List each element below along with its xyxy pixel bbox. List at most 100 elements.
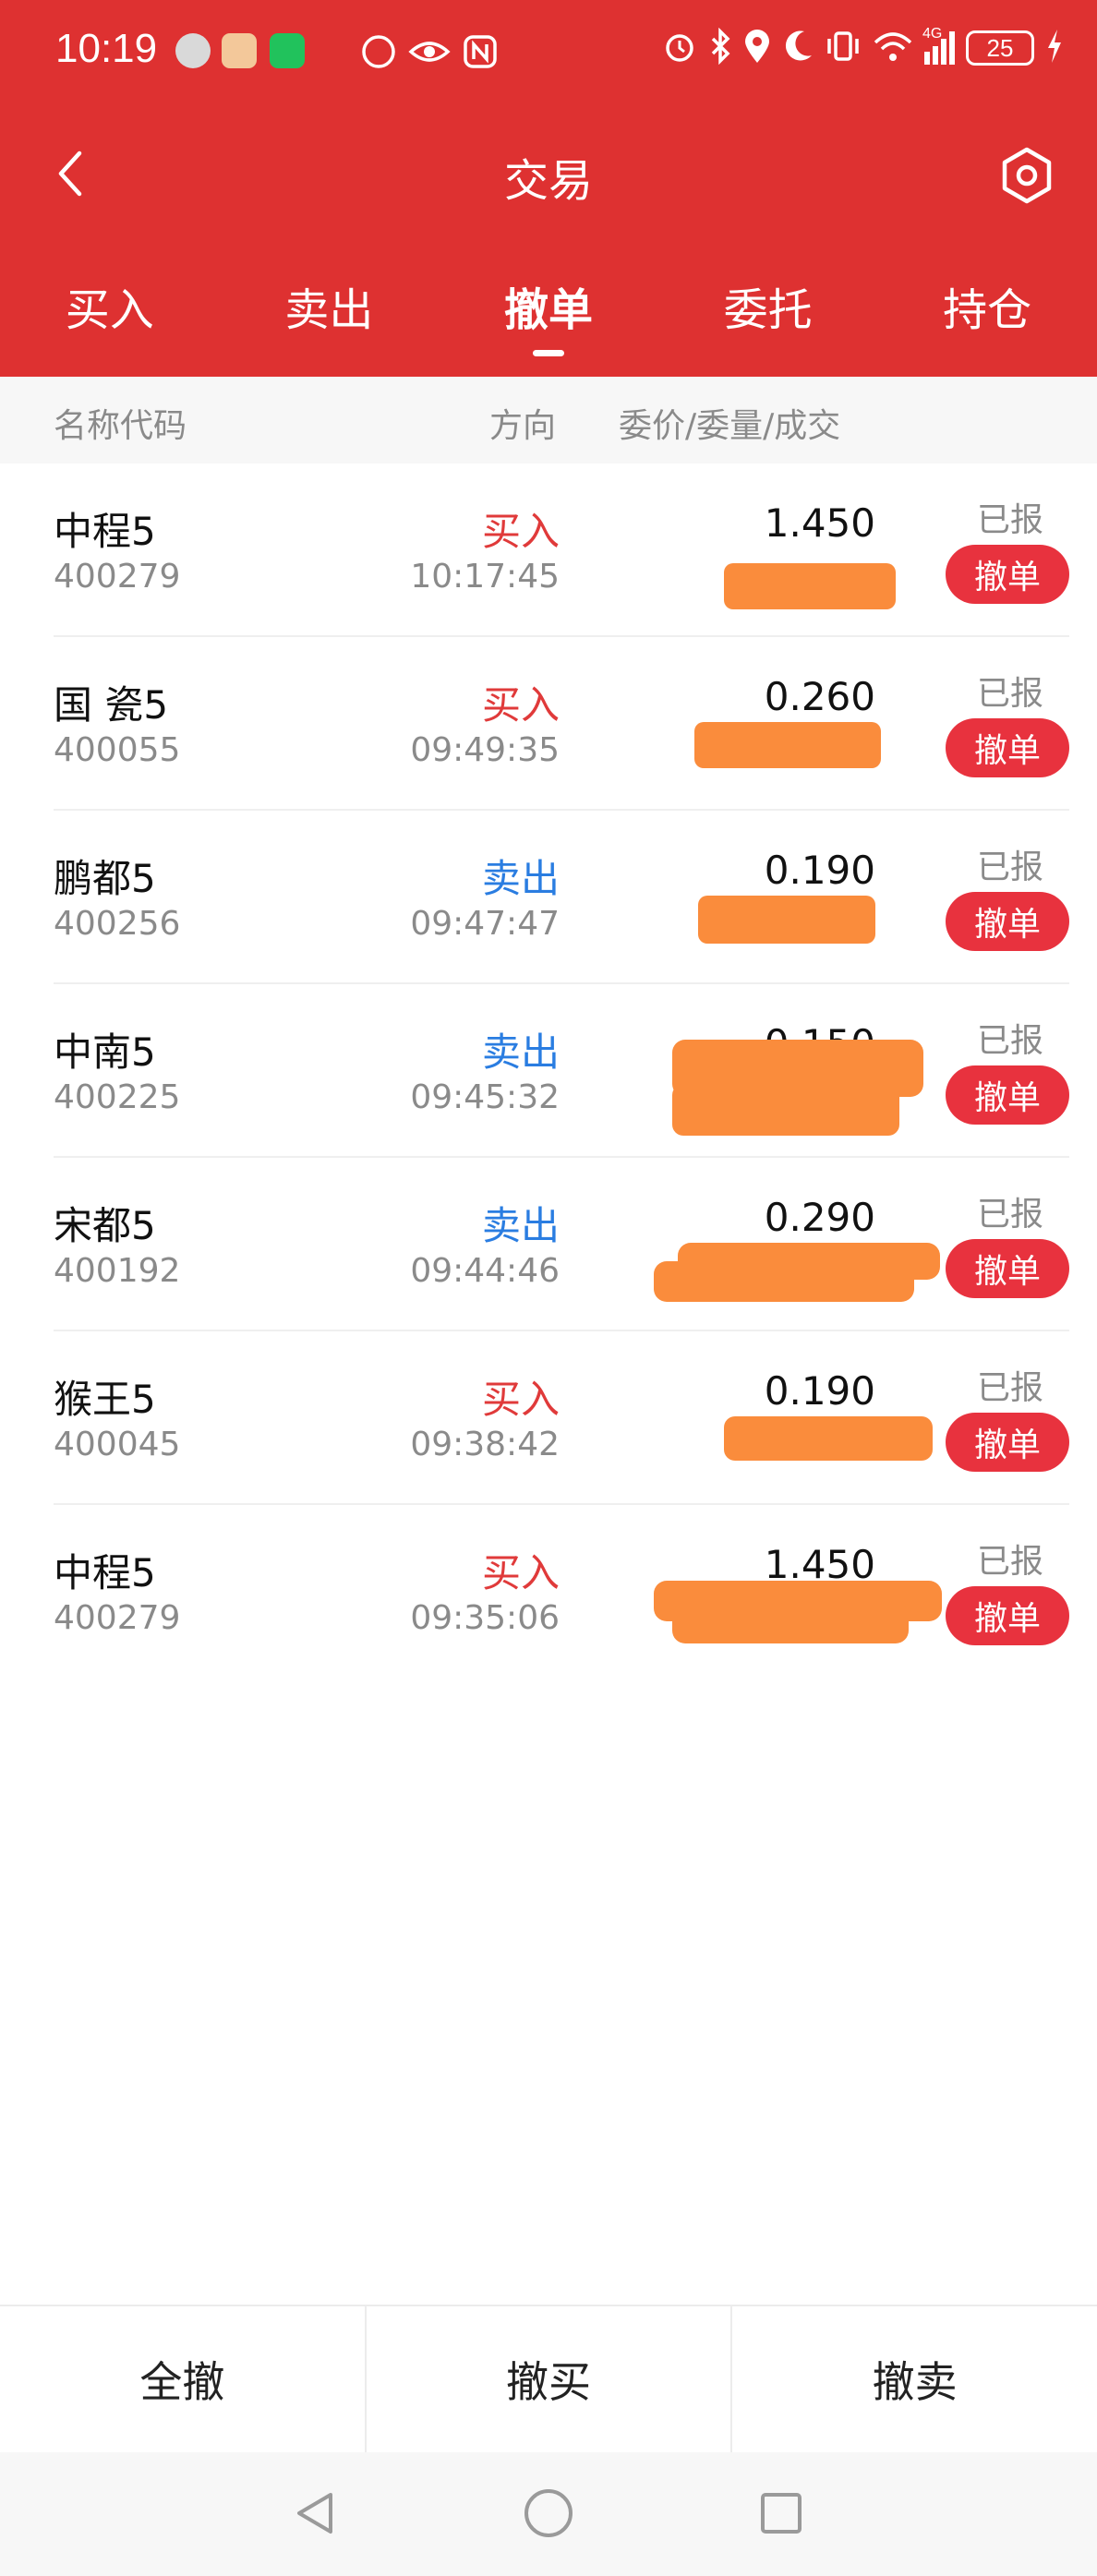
cancel-order-button[interactable]: 撤单: [946, 892, 1069, 951]
stock-name: 中南5: [54, 1029, 156, 1075]
circle-home-icon: [524, 2489, 573, 2537]
order-direction: 买入: [481, 1377, 560, 1422]
redaction-mark: [694, 722, 881, 768]
cancel-order-button[interactable]: 撤单: [946, 718, 1069, 777]
redaction-mark: [698, 896, 875, 944]
order-list: 中程5 400279 买入 10:17:45 1.450 已报 撤单 国 瓷5 …: [0, 463, 1097, 1679]
order-row[interactable]: 国 瓷5 400055 买入 09:49:35 0.260 已报 撤单: [0, 637, 1097, 811]
order-time: 09:35:06: [410, 1599, 560, 1637]
bluetooth-icon: [708, 27, 732, 68]
stock-code: 400225: [54, 1078, 181, 1116]
cancel-order-button[interactable]: 撤单: [946, 1413, 1069, 1472]
alarm-icon: [662, 28, 697, 68]
order-status: 已报: [976, 1196, 1043, 1234]
notification-app-icon: [222, 33, 257, 68]
order-price: 0.190: [764, 848, 875, 893]
stock-code: 400055: [54, 731, 181, 769]
system-back-button[interactable]: [283, 2480, 349, 2546]
order-direction: 买入: [481, 509, 560, 554]
battery-indicator: 25: [966, 30, 1034, 66]
order-price: 1.450: [764, 500, 875, 546]
order-price: 0.290: [764, 1195, 875, 1240]
redaction-mark: [724, 1416, 933, 1461]
order-direction: 卖出: [481, 1203, 560, 1248]
location-icon: [743, 28, 771, 68]
order-price: 0.190: [764, 1368, 875, 1414]
tab-entrust[interactable]: 委托: [658, 268, 878, 360]
signal-icon: 4G: [922, 26, 955, 65]
tab-label: 卖出: [284, 284, 374, 336]
stock-name: 中程5: [54, 1550, 156, 1595]
order-row[interactable]: 中南5 400225 卖出 09:45:32 0.150 已报 撤单: [0, 984, 1097, 1158]
tab-label: 撤单: [503, 284, 593, 336]
order-list-header: 名称代码 方向 委价/委量/成交: [0, 377, 1097, 463]
tab-buy[interactable]: 买入: [0, 268, 220, 360]
chevron-left-icon: [58, 150, 82, 197]
square-recents-icon: [761, 2493, 802, 2534]
tab-cancel-order[interactable]: 撤单: [439, 268, 658, 360]
order-status: 已报: [976, 849, 1043, 886]
stock-code: 400256: [54, 905, 181, 943]
system-home-button[interactable]: [515, 2480, 582, 2546]
column-price-qty: 委价/委量/成交: [619, 407, 841, 445]
status-bar: 10:19 4G 25: [0, 0, 1097, 107]
stock-code: 400192: [54, 1252, 181, 1290]
order-direction: 买入: [481, 1550, 560, 1595]
column-direction: 方向: [489, 407, 557, 445]
stock-code: 400279: [54, 1599, 181, 1637]
order-time: 10:17:45: [410, 558, 560, 596]
wifi-icon: [873, 28, 913, 68]
active-tab-indicator: [532, 350, 564, 356]
network-type-label: 4G: [922, 26, 943, 42]
gear-icon: [1002, 147, 1052, 204]
stock-code: 400045: [54, 1426, 181, 1463]
order-row[interactable]: 中程5 400279 买入 09:35:06 1.450 已报 撤单: [0, 1505, 1097, 1679]
cancel-buys-button[interactable]: 撤买: [367, 2306, 733, 2452]
system-recents-button[interactable]: [748, 2480, 814, 2546]
stock-name: 国 瓷5: [54, 682, 169, 728]
tab-sell[interactable]: 卖出: [220, 268, 440, 360]
order-status: 已报: [976, 1022, 1043, 1060]
cancel-sells-button[interactable]: 撤卖: [732, 2306, 1097, 2452]
tab-label: 持仓: [943, 284, 1032, 336]
order-status: 已报: [976, 501, 1043, 539]
tab-label: 委托: [723, 284, 813, 336]
stock-name: 鹏都5: [54, 856, 156, 901]
order-row[interactable]: 宋都5 400192 卖出 09:44:46 0.290 已报 撤单: [0, 1158, 1097, 1331]
redaction-mark: [672, 1603, 909, 1643]
tab-label: 买入: [65, 284, 154, 336]
cancel-order-button[interactable]: 撤单: [946, 1065, 1069, 1125]
stock-code: 400279: [54, 558, 181, 596]
settings-button[interactable]: [990, 138, 1064, 212]
order-row[interactable]: 猴王5 400045 买入 09:38:42 0.190 已报 撤单: [0, 1331, 1097, 1505]
order-time: 09:47:47: [410, 905, 560, 943]
order-row[interactable]: 中程5 400279 买入 10:17:45 1.450 已报 撤单: [0, 463, 1097, 637]
stock-name: 中程5: [54, 509, 156, 554]
vibrate-icon: [825, 28, 862, 68]
tab-positions[interactable]: 持仓: [877, 268, 1097, 360]
order-status: 已报: [976, 1543, 1043, 1581]
order-status: 已报: [976, 1369, 1043, 1407]
order-direction: 卖出: [481, 1029, 560, 1075]
app-header: 10:19 4G 25 交易 买入 卖出 撤单 委托 持仓: [0, 0, 1097, 377]
order-status: 已报: [976, 675, 1043, 713]
order-row[interactable]: 鹏都5 400256 卖出 09:47:47 0.190 已报 撤单: [0, 811, 1097, 984]
charging-icon: [1045, 28, 1064, 68]
notification-app-icon: [175, 33, 211, 68]
stock-name: 猴王5: [54, 1377, 156, 1422]
status-time: 10:19: [55, 26, 158, 71]
moon-icon: [782, 28, 814, 68]
cancel-order-button[interactable]: 撤单: [946, 1586, 1069, 1645]
eye-icon: [408, 33, 451, 70]
redaction-mark: [654, 1261, 914, 1302]
status-right-cluster: 4G 25: [662, 26, 1064, 68]
redaction-mark: [724, 563, 896, 609]
page-title: 交易: [503, 155, 593, 207]
back-button[interactable]: [37, 140, 103, 207]
order-time: 09:44:46: [410, 1252, 560, 1290]
cancel-order-button[interactable]: 撤单: [946, 1239, 1069, 1298]
cancel-order-button[interactable]: 撤单: [946, 545, 1069, 604]
data-saver-icon: [360, 33, 397, 70]
stock-name: 宋都5: [54, 1203, 156, 1248]
cancel-all-button[interactable]: 全撤: [0, 2306, 367, 2452]
